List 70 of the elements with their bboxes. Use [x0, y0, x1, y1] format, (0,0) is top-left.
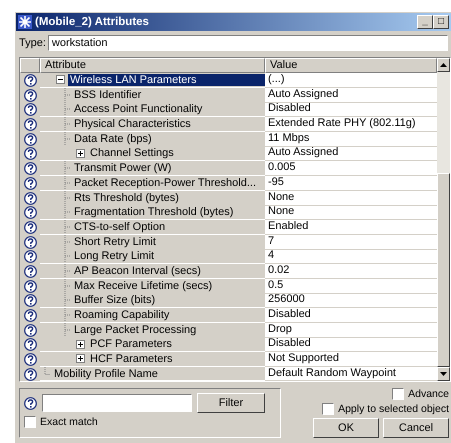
type-field[interactable]: workstation — [48, 35, 448, 51]
attribute-value[interactable]: Auto Assigned — [265, 146, 437, 162]
help-icon[interactable] — [24, 88, 36, 102]
tree-line-icon — [44, 366, 51, 375]
minimize-button[interactable]: _ — [417, 15, 433, 29]
attribute-value[interactable]: None — [265, 205, 437, 220]
filter-field[interactable] — [42, 394, 192, 412]
help-icon[interactable] — [24, 206, 36, 220]
attribute-value[interactable]: Disabled — [265, 102, 437, 118]
attribute-value[interactable]: Default Random Waypoint — [265, 366, 437, 382]
cancel-button[interactable]: Cancel — [383, 418, 449, 438]
help-icon[interactable] — [24, 294, 36, 308]
maximize-button[interactable]: □ — [433, 15, 449, 29]
help-icon[interactable] — [24, 132, 36, 146]
attribute-value[interactable]: Auto Assigned — [265, 88, 437, 103]
app-icon — [18, 15, 32, 29]
attribute-value[interactable]: (...) — [265, 73, 437, 88]
type-label: Type: — [19, 37, 46, 49]
attribute-value[interactable]: Disabled — [265, 308, 437, 323]
help-icon[interactable] — [24, 324, 36, 337]
attribute-value[interactable]: 256000 — [265, 293, 437, 308]
help-icon[interactable] — [24, 236, 36, 249]
attribute-name[interactable]: Wireless LAN Parameters — [68, 74, 265, 86]
attribute-value[interactable]: 11 Mbps — [265, 132, 437, 147]
help-icon[interactable] — [24, 176, 36, 190]
attribute-value[interactable]: Disabled — [265, 337, 437, 352]
help-icon[interactable] — [24, 352, 36, 366]
help-icon[interactable] — [24, 147, 36, 160]
help-icon[interactable] — [24, 250, 36, 264]
help-icon[interactable] — [24, 264, 36, 278]
attribute-value[interactable]: 0.02 — [265, 264, 437, 279]
column-header[interactable]: Attribute — [40, 58, 265, 73]
attribute-value[interactable]: 4 — [265, 249, 437, 264]
expand-icon[interactable] — [76, 354, 85, 364]
column-header[interactable]: Value — [265, 58, 437, 73]
checkbox[interactable] — [24, 416, 36, 428]
scroll-down-icon[interactable] — [440, 372, 447, 376]
help-icon[interactable] — [24, 103, 36, 116]
checkbox[interactable] — [322, 403, 334, 416]
help-icon[interactable] — [24, 280, 36, 293]
expand-icon[interactable] — [76, 340, 85, 349]
checkbox-label: Exact match — [40, 416, 98, 428]
scrollbar[interactable] — [437, 58, 450, 382]
attribute-value[interactable]: 7 — [265, 234, 437, 250]
help-icon[interactable] — [24, 74, 36, 87]
help-icon[interactable] — [24, 192, 36, 204]
help-icon[interactable] — [24, 220, 36, 234]
help-icon[interactable] — [24, 162, 36, 176]
collapse-icon[interactable] — [56, 75, 65, 84]
attribute-value[interactable]: 0.5 — [265, 278, 437, 294]
attribute-value[interactable]: Not Supported — [265, 352, 437, 367]
attribute-value[interactable]: Extended Rate PHY (802.11g) — [265, 117, 437, 132]
attribute-value[interactable]: None — [265, 190, 437, 206]
ok-button[interactable]: OK — [313, 418, 379, 438]
filter-button[interactable]: Filter — [197, 393, 265, 414]
checkbox-label: Apply to selected object — [338, 403, 449, 416]
help-icon[interactable] — [24, 309, 36, 322]
attribute-value[interactable]: -95 — [265, 176, 437, 191]
expand-icon[interactable] — [76, 148, 85, 158]
help-icon[interactable] — [24, 118, 36, 132]
attribute-value[interactable]: 0.005 — [265, 161, 437, 176]
help-icon[interactable] — [24, 338, 36, 352]
scroll-up-icon[interactable] — [440, 63, 447, 67]
attribute-value[interactable]: Drop — [265, 322, 437, 338]
checkbox-label: Advance — [408, 388, 449, 400]
window-title: (Mobile_2) Attributes — [35, 16, 150, 28]
attribute-value[interactable]: Enabled — [265, 220, 437, 235]
help-icon[interactable] — [24, 368, 36, 381]
help-icon[interactable] — [24, 396, 37, 410]
checkbox[interactable] — [392, 388, 404, 400]
